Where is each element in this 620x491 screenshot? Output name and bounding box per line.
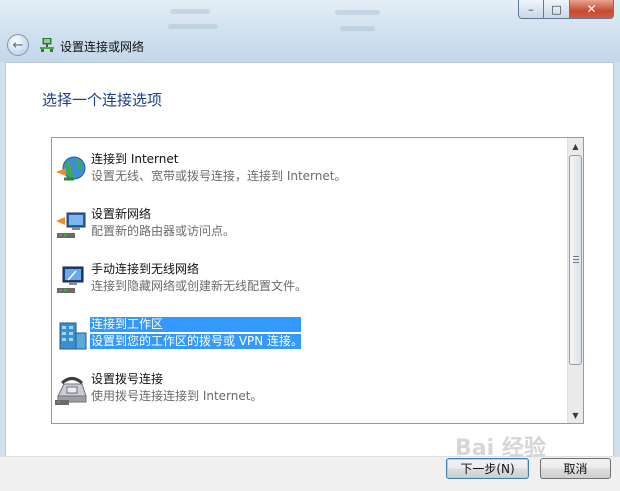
back-arrow-icon: ← [12,37,24,53]
option-name: 设置新网络 [91,207,152,221]
blurred-background [168,24,218,29]
close-button[interactable]: ✕ [570,0,614,19]
back-button[interactable]: ← [7,34,29,56]
grip-line [573,262,579,263]
list-item-connect-workplace[interactable]: 连接到工作区 设置到您的工作区的拨号或 VPN 连接。 [52,315,568,365]
list-item-new-network[interactable]: 设置新网络 配置新的路由器或访问点。 [52,205,568,255]
network-wizard-icon [40,38,54,52]
option-name: 设置拨号连接 [91,372,164,386]
next-button[interactable]: 下一步(N) [446,458,529,479]
option-description: 连接到隐藏网络或创建新无线配置文件。 [91,279,308,293]
option-description: 使用拨号连接连接到 Internet。 [91,389,263,403]
list-item-dialup[interactable]: 设置拨号连接 使用拨号连接连接到 Internet。 [52,370,568,420]
option-description: 设置无线、宽带或拨号连接，连接到 Internet。 [91,169,347,183]
window-title: 设置连接或网络 [60,40,145,54]
page-heading: 选择一个连接选项 [42,91,163,109]
minimize-button[interactable]: – [518,0,544,19]
option-description: 设置到您的工作区的拨号或 VPN 连接。 [90,334,304,349]
list-item-manual-wireless[interactable]: 手动连接到无线网络 连接到隐藏网络或创建新无线配置文件。 [52,260,568,310]
vertical-scrollbar[interactable]: ▲ ▼ [567,138,583,423]
globe-network-icon [56,156,86,181]
scroll-up-arrow-icon[interactable]: ▲ [568,138,583,154]
blurred-background [170,9,210,14]
new-network-icon [56,212,86,238]
cancel-button[interactable]: 取消 [540,458,611,479]
scroll-down-arrow-icon[interactable]: ▼ [568,407,583,423]
wizard-content: 选择一个连接选项 连接到 Internet 设置无线、宽带或拨号连接，连接到 I… [5,62,614,456]
option-name: 连接到 Internet [91,152,179,166]
option-description: 配置新的路由器或访问点。 [91,224,236,238]
option-name: 手动连接到无线网络 [91,262,200,276]
grip-line [573,256,579,257]
blurred-background [335,10,380,15]
window-controls: – □ ✕ [518,0,614,19]
wireless-network-icon [57,266,84,293]
grip-line [573,259,579,260]
workplace-vpn-icon [59,322,87,350]
maximize-button[interactable]: □ [544,0,570,19]
scrollbar-thumb[interactable] [569,155,582,365]
list-item-connect-internet[interactable]: 连接到 Internet 设置无线、宽带或拨号连接，连接到 Internet。 [52,150,568,200]
blurred-background [340,26,375,31]
connection-options-list[interactable]: 连接到 Internet 设置无线、宽带或拨号连接，连接到 Internet。 … [51,137,584,424]
option-name: 连接到工作区 [90,317,301,332]
title-bar: – □ ✕ ← 设置连接或网络 [0,0,620,62]
dialup-modem-icon [55,377,87,405]
